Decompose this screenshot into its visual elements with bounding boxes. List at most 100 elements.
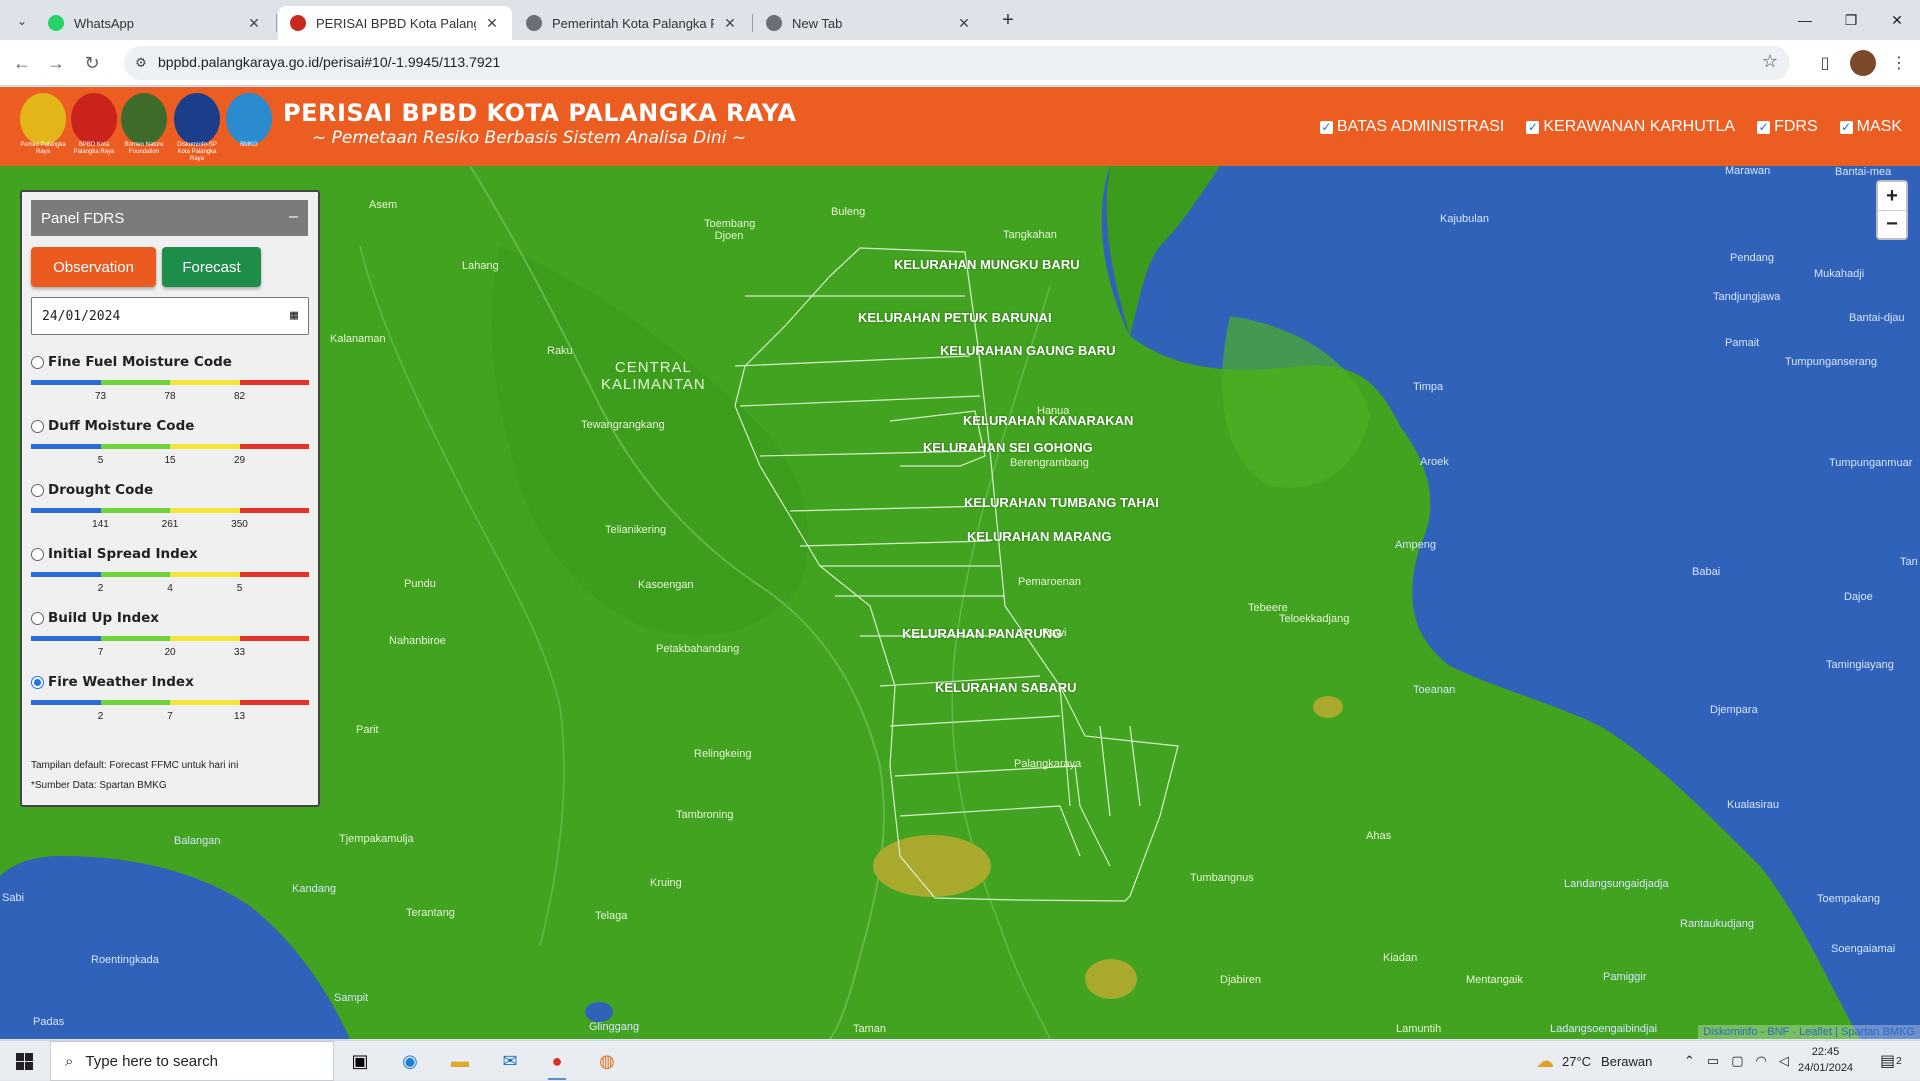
firefox-icon[interactable]: ◍ xyxy=(593,1047,621,1075)
index-bui[interactable]: Build Up Index 7 20 33 xyxy=(31,610,309,661)
place-label: Balangan xyxy=(174,835,221,847)
toggle-batas-administrasi[interactable]: ✓ BATAS ADMINISTRASI xyxy=(1319,118,1504,136)
weather-widget[interactable]: ☁ 27°C Berawan xyxy=(1536,1041,1652,1081)
radio-button[interactable] xyxy=(31,483,44,497)
panel-header[interactable]: Panel FDRS – xyxy=(31,200,308,236)
place-label: Kasoengan xyxy=(638,579,694,591)
tab-search-button[interactable]: ⌄ xyxy=(10,9,34,33)
forward-arrow-icon[interactable]: → xyxy=(44,51,68,75)
tab-new-tab[interactable]: New Tab ✕ xyxy=(754,6,984,40)
volume-icon[interactable]: ◁ xyxy=(1779,1053,1789,1069)
url-text[interactable]: bppbd.palangkaraya.go.id/perisai#10/-1.9… xyxy=(158,54,500,70)
toggle-fdrs[interactable]: ✓ FDRS xyxy=(1757,118,1818,136)
edge-icon[interactable]: ◉ xyxy=(396,1047,424,1075)
radio-button[interactable] xyxy=(31,355,44,369)
reload-icon[interactable]: ↻ xyxy=(80,51,104,75)
site-info-icon[interactable]: ⚙ xyxy=(132,54,150,72)
place-label: Petakbahandang xyxy=(656,643,740,655)
taskbar-clock[interactable]: 22:45 24/01/2024 xyxy=(1798,1044,1853,1076)
index-label: Build Up Index xyxy=(48,610,160,626)
checkbox-icon[interactable]: ✓ xyxy=(1319,120,1333,134)
new-tab-button[interactable]: + xyxy=(996,8,1020,32)
zoom-control: + − xyxy=(1876,180,1908,240)
kelurahan-label: KELURAHAN MUNGKU BARU xyxy=(894,257,1080,272)
chevron-up-icon[interactable]: ⌃ xyxy=(1684,1053,1695,1069)
collapse-icon[interactable]: – xyxy=(289,208,298,226)
bpbd-favicon-icon xyxy=(290,15,306,31)
radio-button[interactable] xyxy=(31,675,44,689)
index-label: Initial Spread Index xyxy=(48,546,198,562)
minimize-button[interactable]: — xyxy=(1782,0,1828,40)
color-scale-bar xyxy=(31,444,309,449)
weather-desc: Berawan xyxy=(1601,1053,1653,1069)
calendar-icon[interactable]: ▦ xyxy=(290,308,298,323)
place-label: Teloekkadjang xyxy=(1279,613,1350,625)
toggle-mask[interactable]: ✓ MASK xyxy=(1839,118,1902,136)
toggle-kerawanan-karhutla[interactable]: ✓ KERAWANAN KARHUTLA xyxy=(1526,118,1735,136)
profile-avatar[interactable] xyxy=(1850,50,1876,76)
checkbox-icon[interactable]: ✓ xyxy=(1526,120,1540,134)
color-scale-bar xyxy=(31,508,309,513)
region-line: CENTRAL xyxy=(614,359,692,376)
close-icon[interactable]: ✕ xyxy=(484,15,500,32)
tab-whatsapp[interactable]: WhatsApp ✕ xyxy=(36,6,274,40)
tab-perisai[interactable]: PERISAI BPBD Kota Palangka Raya ✕ xyxy=(278,6,512,40)
address-bar[interactable]: ⚙ bppbd.palangkaraya.go.id/perisai#10/-1… xyxy=(124,46,1790,80)
side-panel-icon[interactable]: ▯ xyxy=(1812,50,1838,76)
place-label: Tangkahan xyxy=(1003,229,1057,241)
taskbar-search[interactable]: ⌕ Type here to search xyxy=(50,1041,334,1081)
menu-kebab-icon[interactable]: ⋮ xyxy=(1886,50,1912,76)
region-line: KALIMANTAN xyxy=(601,376,706,393)
index-fwi[interactable]: Fire Weather Index 2 7 13 xyxy=(31,674,309,725)
map-attribution[interactable]: Diskominfo - BNF - Leaflet | Spartan BMK… xyxy=(1698,1025,1920,1039)
zoom-in-button[interactable]: + xyxy=(1878,182,1906,210)
bookmark-star-icon[interactable]: ☆ xyxy=(1762,51,1778,72)
forecast-button[interactable]: Forecast xyxy=(162,247,261,287)
radio-button[interactable] xyxy=(31,547,44,561)
back-arrow-icon[interactable]: ← xyxy=(10,51,34,75)
place-label: Sampit xyxy=(334,992,369,1004)
tab-pemerintah[interactable]: Pemerintah Kota Palangka Raya ✕ xyxy=(514,6,750,40)
restore-button[interactable]: ❐ xyxy=(1828,0,1874,40)
task-view-icon[interactable]: ▣ xyxy=(346,1047,374,1075)
checkbox-icon[interactable]: ✓ xyxy=(1757,120,1771,134)
windows-start-icon[interactable] xyxy=(10,1047,38,1075)
radio-button[interactable] xyxy=(31,419,44,433)
place-label: Tumbangnus xyxy=(1190,872,1254,884)
place-label: Kandang xyxy=(292,883,337,895)
zoom-out-button[interactable]: − xyxy=(1878,210,1906,238)
tab-title: WhatsApp xyxy=(74,15,134,31)
wifi-icon[interactable]: ◠ xyxy=(1756,1053,1767,1069)
radio-button[interactable] xyxy=(31,611,44,625)
checkbox-icon[interactable]: ✓ xyxy=(1839,120,1853,134)
scale-tick: 2 xyxy=(97,711,104,722)
diskominfo-logo xyxy=(174,93,220,145)
kelurahan-label: KELURAHAN PETUK BARUNAI xyxy=(858,310,1052,325)
close-icon[interactable]: ✕ xyxy=(956,15,972,32)
scale-tick: 33 xyxy=(233,647,246,658)
system-tray: ⌃ ▭ ▢ ◠ ◁ xyxy=(1684,1041,1789,1081)
close-icon[interactable]: ✕ xyxy=(246,15,262,32)
notification-count: 2 xyxy=(1896,1055,1902,1067)
index-isi[interactable]: Initial Spread Index 2 4 5 xyxy=(31,546,309,597)
index-dc[interactable]: Drought Code 141 261 350 xyxy=(31,482,309,533)
close-window-button[interactable]: ✕ xyxy=(1874,0,1920,40)
place-label: Mukahadji xyxy=(1814,268,1865,280)
mail-icon[interactable]: ✉ xyxy=(496,1047,524,1075)
display-icon[interactable]: ▢ xyxy=(1731,1053,1743,1069)
place-label: Tan xyxy=(1900,556,1918,568)
meet-now-icon[interactable]: ▭ xyxy=(1707,1053,1719,1069)
place-label: Ahas xyxy=(1366,830,1392,842)
place-label: Relingkeing xyxy=(694,748,752,760)
scale-tick: 261 xyxy=(161,519,179,530)
index-ffmc[interactable]: Fine Fuel Moisture Code 73 78 82 xyxy=(31,354,309,405)
chrome-icon[interactable]: ● xyxy=(543,1047,571,1075)
close-icon[interactable]: ✕ xyxy=(722,15,738,32)
date-input[interactable]: 24/01/2024 ▦ xyxy=(31,297,309,335)
file-explorer-icon[interactable]: ▬ xyxy=(446,1047,474,1075)
index-dmc[interactable]: Duff Moisture Code 5 15 29 xyxy=(31,418,309,469)
site-subtitle: ~ Pemetaan Resiko Berbasis Sistem Analis… xyxy=(312,128,747,148)
notification-center[interactable]: ▤ 2 xyxy=(1880,1041,1902,1081)
place-label: Lamuntih xyxy=(1396,1023,1442,1035)
observation-button[interactable]: Observation xyxy=(31,247,156,287)
